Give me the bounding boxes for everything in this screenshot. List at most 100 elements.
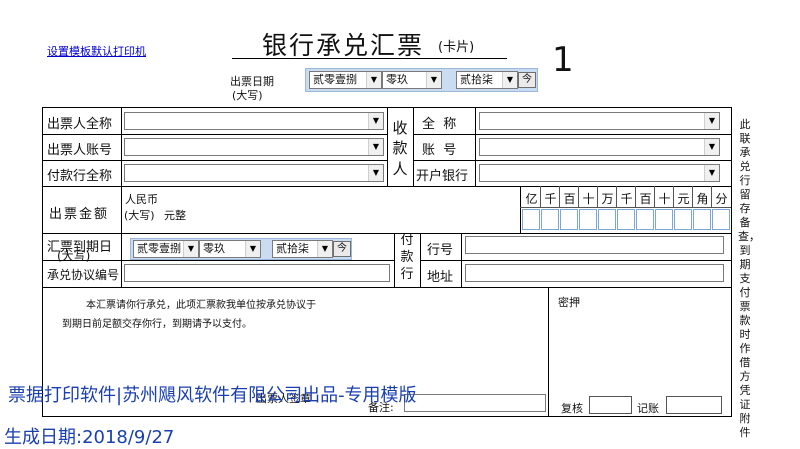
amount-unit-label: 十 <box>658 192 671 206</box>
amount-grid-divider <box>635 186 636 208</box>
amount-grid-divider <box>692 186 693 208</box>
amount-grid-divider <box>673 186 674 208</box>
chevron-down-icon: ▼ <box>368 139 383 155</box>
drawer-name-select[interactable]: ▼ <box>124 112 384 130</box>
amount-grid-divider <box>654 186 655 208</box>
payee-account-label: 账 号 <box>422 143 457 158</box>
amount-unit-label: 千 <box>620 192 633 206</box>
amount-unit-label: 角 <box>696 192 709 206</box>
chevron-down-icon: ▼ <box>704 165 719 181</box>
payer-bank-address-input[interactable] <box>465 264 724 282</box>
note-line-2: 到期日前足额交存你行，到期请予以支付。 <box>62 319 252 330</box>
amount-grid-divider <box>711 186 712 208</box>
acceptance-number-input[interactable] <box>124 264 390 282</box>
chevron-down-icon: ▼ <box>368 113 383 129</box>
side-vertical-note: 此联承兑行留存备查，到期支付票款时作借方凭证附件 <box>738 118 760 439</box>
chevron-down-icon: ▼ <box>426 72 441 88</box>
frame-bottom <box>42 416 732 417</box>
drawer-account-select[interactable]: ▼ <box>124 138 384 156</box>
amount-unit-label: 元 <box>677 192 690 206</box>
payer-bank-number-input[interactable] <box>465 236 724 254</box>
amount-digit-cell[interactable] <box>598 209 616 230</box>
chevron-down-icon: ▼ <box>317 241 332 257</box>
chevron-down-icon: ▼ <box>245 241 260 257</box>
amount-digit-cell[interactable] <box>674 209 692 230</box>
payer-bank-side-label-1: 付 <box>400 233 414 248</box>
issue-today-button[interactable]: 今 <box>518 72 536 88</box>
amount-label: 出票金额 <box>49 207 110 222</box>
chevron-down-icon: ▼ <box>366 72 381 88</box>
payer-bank-side-label-2: 款 <box>400 250 414 265</box>
due-year-value: 贰零壹捌 <box>137 242 181 255</box>
footer-generated-date: 生成日期:2018/9/27 <box>4 427 175 448</box>
title-underline <box>232 58 507 59</box>
due-year-select[interactable]: 贰零壹捌 ▼ <box>133 240 199 258</box>
amount-unit-label: 亿 <box>525 192 538 206</box>
chevron-down-icon: ▼ <box>368 165 383 181</box>
review-label: 复核 <box>561 402 583 415</box>
page-title: 银行承兑汇票 <box>262 31 425 60</box>
drawer-name-label: 出票人全称 <box>47 117 113 132</box>
amount-grid-divider <box>578 186 579 208</box>
due-day-value: 贰拾柒 <box>276 242 309 255</box>
frame-right <box>731 107 732 417</box>
amount-uppercase-value: 元整 <box>164 209 186 222</box>
amount-digit-cell[interactable] <box>712 209 730 230</box>
issue-year-select[interactable]: 贰零壹捌 ▼ <box>309 71 382 89</box>
issue-date-sublabel: (大写) <box>232 89 263 102</box>
due-day-select[interactable]: 贰拾柒 ▼ <box>272 240 333 258</box>
payer-bank-number-label: 行号 <box>427 243 454 258</box>
issue-month-value: 零玖 <box>386 73 408 86</box>
review-input[interactable] <box>589 396 632 414</box>
amount-grid-divider <box>597 186 598 208</box>
note-line-1: 本汇票请你行承兑，此项汇票款我单位按承兑协议于 <box>86 300 316 311</box>
due-date-sublabel: (大写) <box>57 249 91 263</box>
amount-digit-cell[interactable] <box>541 209 559 230</box>
chevron-down-icon: ▼ <box>183 241 198 257</box>
amount-grid-divider <box>616 186 617 208</box>
payer-bank-address-label: 地址 <box>427 270 454 285</box>
remark-input[interactable] <box>404 394 546 412</box>
payee-bank-select[interactable]: ▼ <box>479 164 720 182</box>
issue-day-select[interactable]: 贰拾柒 ▼ <box>456 71 518 89</box>
drawer-account-label: 出票人账号 <box>47 143 113 158</box>
amount-digit-cell[interactable] <box>655 209 673 230</box>
amount-digit-cell[interactable] <box>693 209 711 230</box>
due-month-select[interactable]: 零玖 ▼ <box>199 240 261 258</box>
amount-unit-label: 十 <box>582 192 595 206</box>
copy-number: 1 <box>552 40 574 80</box>
amount-unit-label: 分 <box>715 192 728 206</box>
amount-unit-label: 万 <box>601 192 614 206</box>
title-suffix: (卡片) <box>438 40 475 55</box>
amount-grid-separator <box>520 207 731 208</box>
amount-grid-divider <box>540 186 541 208</box>
amount-digit-cell[interactable] <box>636 209 654 230</box>
record-input[interactable] <box>666 396 722 414</box>
payer-bank-side-label-3: 行 <box>400 267 414 282</box>
set-default-printer-link[interactable]: 设置模板默认打印机 <box>47 43 146 59</box>
payee-side-label-3: 人 <box>392 160 408 178</box>
chevron-down-icon: ▼ <box>704 113 719 129</box>
due-month-value: 零玖 <box>203 242 225 255</box>
amount-unit-label: 百 <box>639 192 652 206</box>
amount-digit-cell[interactable] <box>579 209 597 230</box>
payer-bank-name-select[interactable]: ▼ <box>124 164 384 182</box>
amount-unit-label: 百 <box>563 192 576 206</box>
secret-code-label: 密押 <box>558 296 580 309</box>
amount-digit-cell[interactable] <box>560 209 578 230</box>
payer-bank-name-label: 付款行全称 <box>47 169 113 184</box>
payee-name-label: 全 称 <box>422 117 457 132</box>
amount-digit-cell[interactable] <box>617 209 635 230</box>
amount-unit-label: 千 <box>544 192 557 206</box>
record-label: 记账 <box>637 402 659 415</box>
issue-day-value: 贰拾柒 <box>460 73 493 86</box>
amount-digit-cell[interactable] <box>522 209 540 230</box>
due-today-button[interactable]: 今 <box>333 241 351 257</box>
payee-name-select[interactable]: ▼ <box>479 112 720 130</box>
payee-bank-label: 开户银行 <box>416 169 469 184</box>
chevron-down-icon: ▼ <box>502 72 517 88</box>
acceptance-number-label: 承兑协议编号 <box>47 268 120 282</box>
payee-account-select[interactable]: ▼ <box>479 138 720 156</box>
issue-month-select[interactable]: 零玖 ▼ <box>382 71 442 89</box>
frame-left <box>42 107 43 417</box>
